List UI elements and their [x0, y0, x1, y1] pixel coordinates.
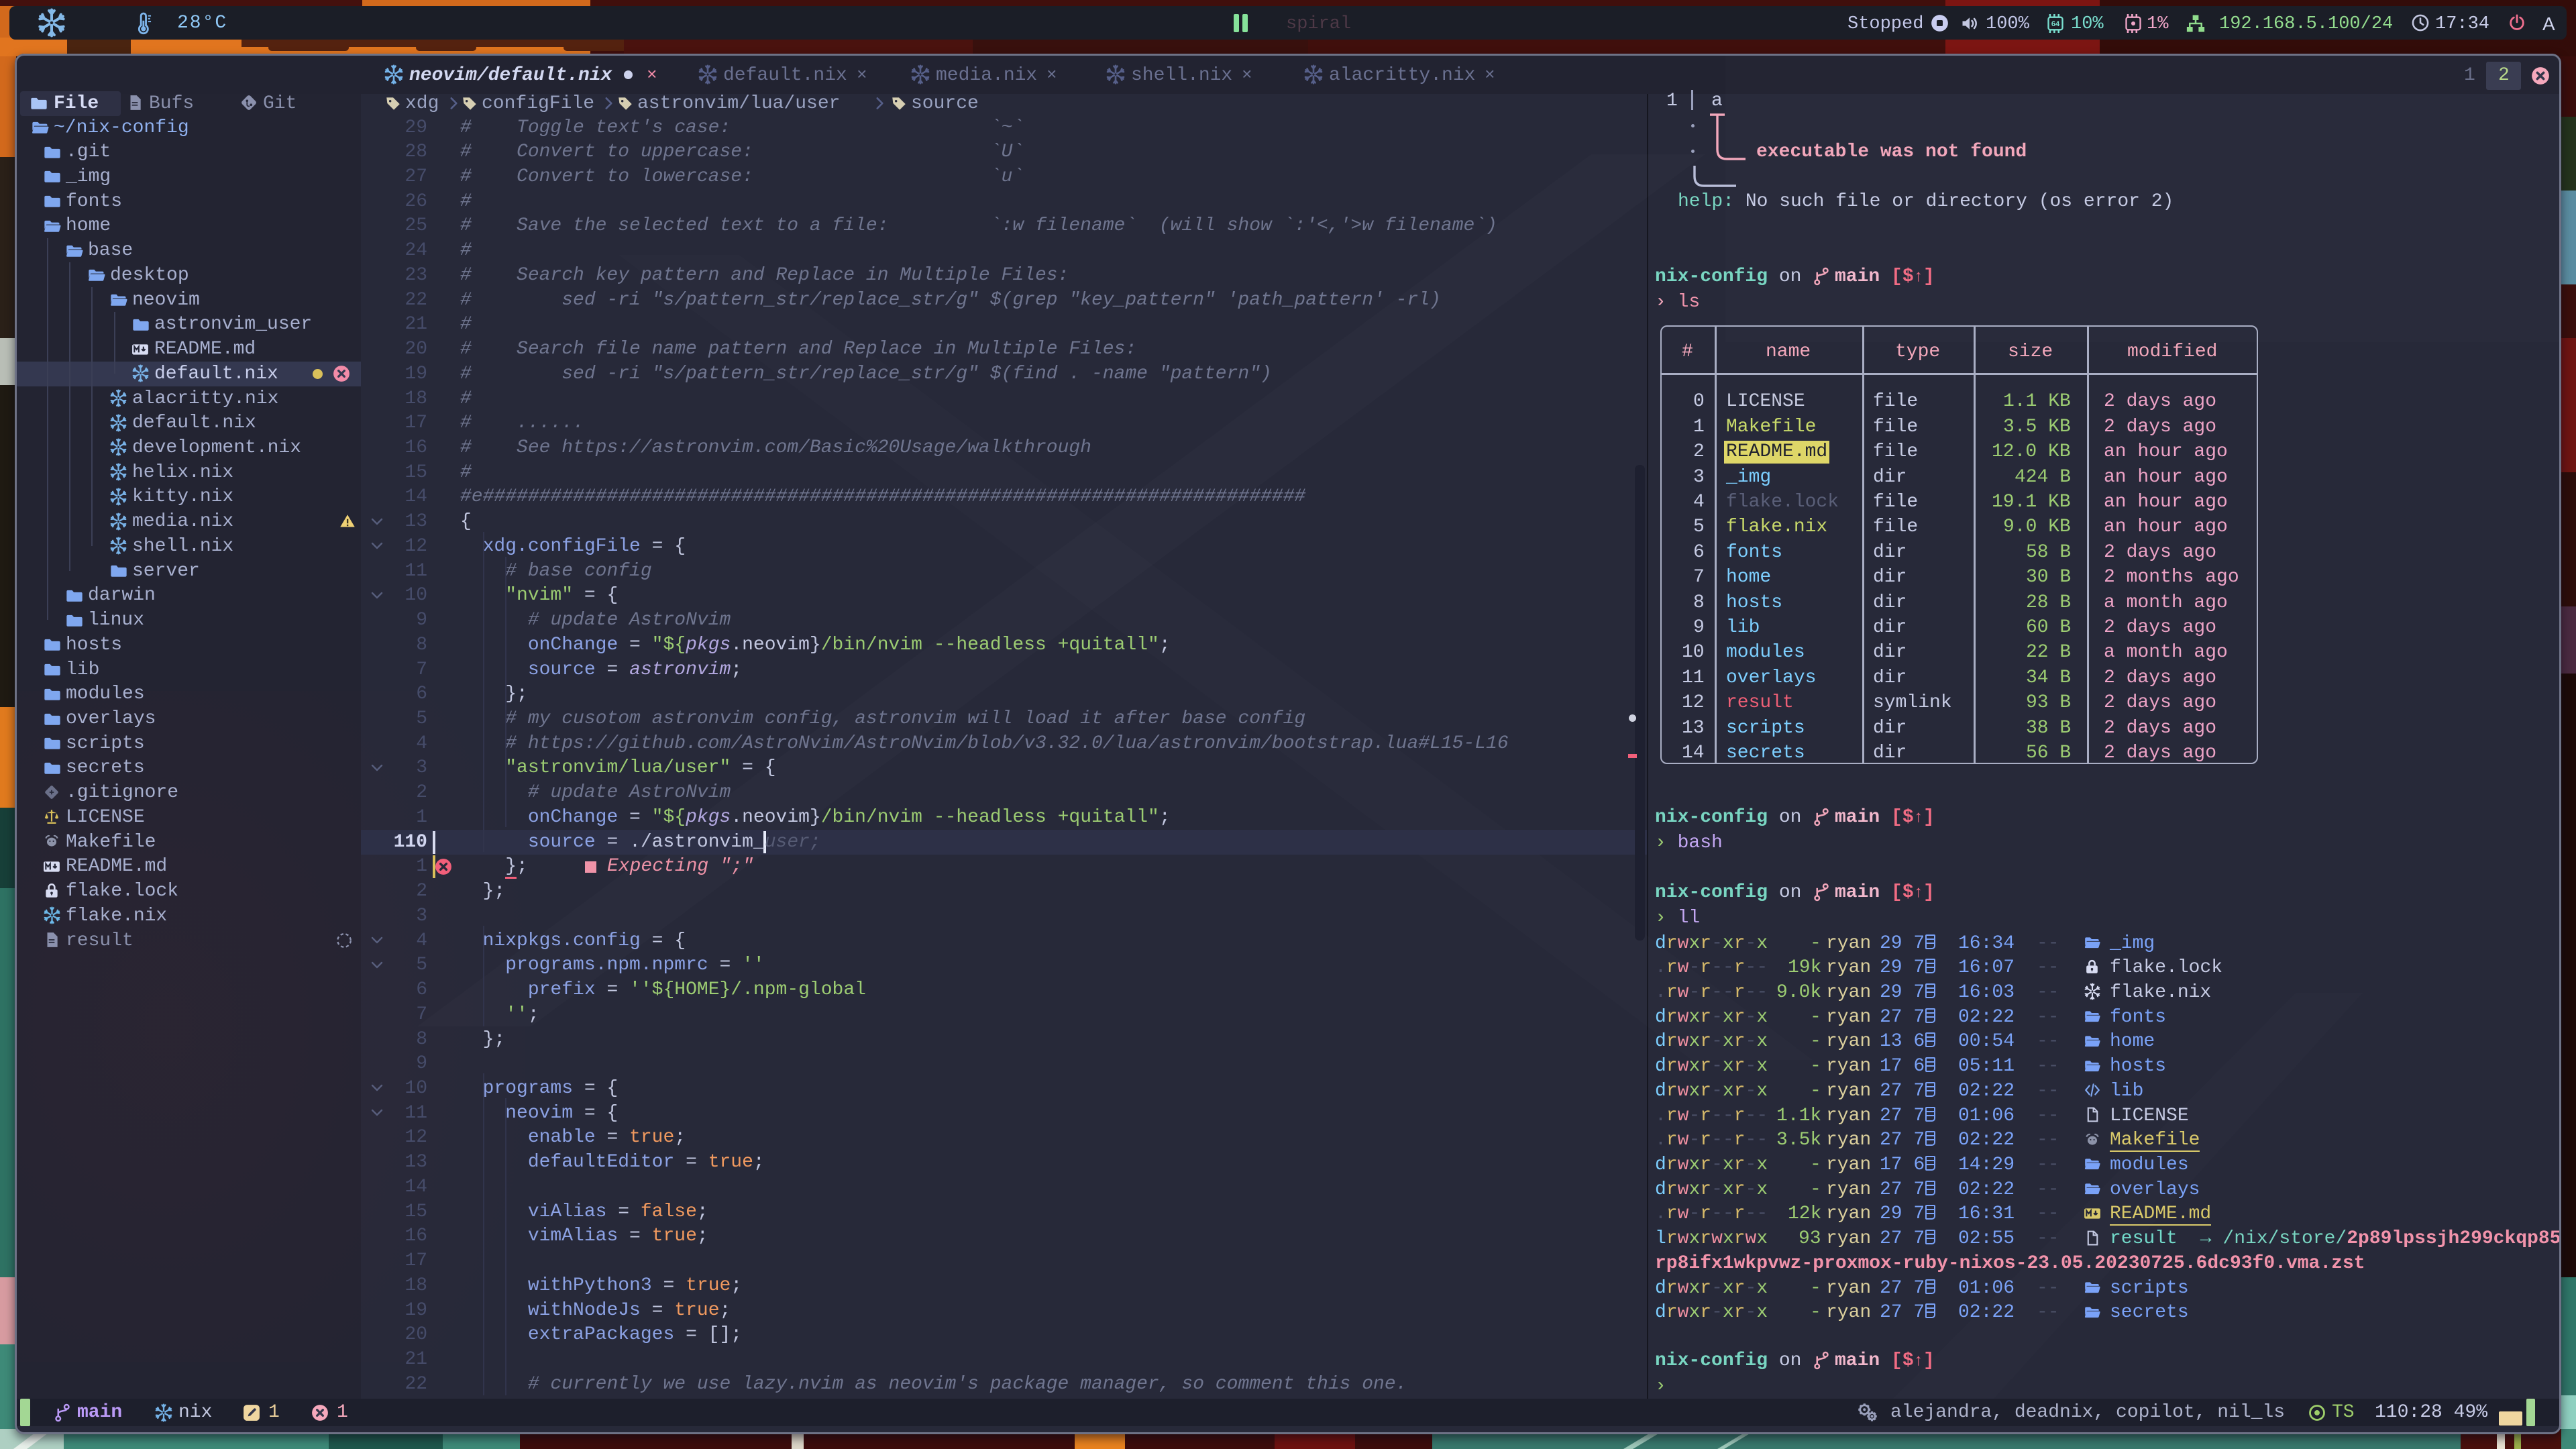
svg-text:64: 64 [2051, 20, 2060, 28]
